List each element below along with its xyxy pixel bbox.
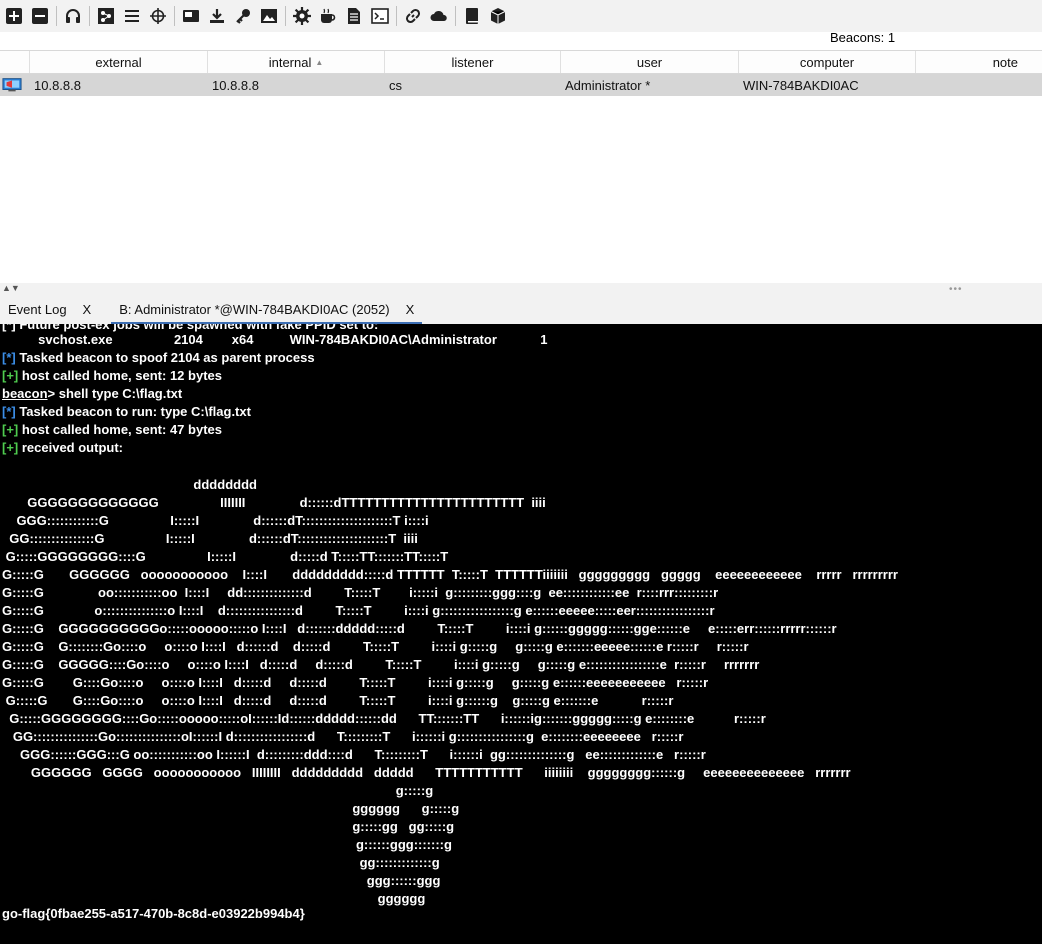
tab-bar: Event Log X B: Administrator *@WIN-784BA…: [0, 295, 1042, 324]
column-computer[interactable]: computer: [739, 51, 916, 73]
column-user[interactable]: user: [561, 51, 739, 73]
toolbar-separator: [174, 6, 175, 26]
collapse-arrows-icon[interactable]: ▲▼: [2, 283, 20, 293]
beacon-table: external internal ▲ listener user compute…: [0, 50, 1042, 282]
console-line: [*] Tasked beacon to run: type C:\flag.t…: [2, 403, 251, 421]
tab-close-button[interactable]: X: [406, 302, 415, 317]
tab-label: B: Administrator *@WIN-784BAKDI0AC (2052…: [119, 302, 390, 317]
listeners-icon[interactable]: [94, 4, 118, 28]
new-connection-icon[interactable]: [2, 4, 26, 28]
flag-output: go-flag{0fbae255-a517-470b-8c8d-e03922b9…: [2, 906, 305, 921]
console-ps-row: svchost.exe 2104 x64 WIN-784BAKDI0AC\Adm…: [2, 332, 548, 347]
toolbar-separator: [285, 6, 286, 26]
image-icon[interactable]: [257, 4, 281, 28]
console-line: [+] host called home, sent: 47 bytes: [2, 421, 222, 439]
beacon-cell: [0, 74, 30, 96]
console-line: [+] received output:: [2, 439, 123, 457]
beacon-count: Beacons: 1: [830, 30, 896, 45]
package-icon[interactable]: [486, 4, 510, 28]
info-prefix: [*]: [2, 350, 16, 365]
toolbar-separator: [396, 6, 397, 26]
tab-close-button[interactable]: X: [83, 302, 92, 317]
console-text: host called home, sent: 12 bytes: [18, 368, 222, 383]
key-icon[interactable]: [231, 4, 255, 28]
book-icon[interactable]: [460, 4, 484, 28]
console-line: [+] host called home, sent: 12 bytes: [2, 367, 222, 385]
console-command-line: beacon> shell type C:\flag.txt: [2, 385, 182, 403]
console-command: > shell type C:\flag.txt: [47, 386, 183, 401]
console-text: Tasked beacon to spoof 2104 as parent pr…: [15, 350, 315, 365]
column-external[interactable]: external: [30, 51, 208, 73]
link-icon[interactable]: [401, 4, 425, 28]
cloud-icon[interactable]: [427, 4, 451, 28]
cell-listener: cs: [389, 77, 402, 93]
screenshot-icon[interactable]: [179, 4, 203, 28]
success-prefix: [+]: [2, 422, 19, 437]
terminal-icon[interactable]: [368, 4, 392, 28]
windows-beacon-icon: [2, 78, 22, 92]
target-icon[interactable]: [146, 4, 170, 28]
headphones-icon[interactable]: [61, 4, 85, 28]
settings-icon[interactable]: [290, 4, 314, 28]
tab-beacon-console[interactable]: B: Administrator *@WIN-784BAKDI0AC (2052…: [111, 295, 423, 324]
column-internal[interactable]: internal ▲: [208, 51, 385, 73]
cell-note: [916, 74, 1042, 96]
splitter-grip-icon[interactable]: •••: [949, 284, 963, 295]
console-text: received output:: [18, 440, 123, 455]
cell-computer: WIN-784BAKDI0AC: [743, 77, 859, 93]
disconnect-icon[interactable]: [28, 4, 52, 28]
beacon-prompt: beacon: [2, 386, 48, 401]
console-line: [*] Tasked beacon to spoof 2104 as paren…: [2, 349, 315, 367]
ascii-art-banner: dddddddd GGGGGGGGGGGGG IIIIIII d::::::dT…: [2, 477, 898, 906]
cell-user: Administrator *: [565, 77, 651, 93]
table-header: external internal ▲ listener user compute…: [0, 50, 1042, 74]
sort-ascending-icon: ▲: [315, 57, 324, 67]
beacon-console[interactable]: [*] Future post-ex jobs will be spawned …: [0, 324, 1042, 944]
table-row[interactable]: 10.8.8.8 10.8.8.8 cs Administrator * WIN…: [0, 74, 1042, 96]
cell-internal: 10.8.8.8: [212, 77, 259, 93]
column-note[interactable]: note: [916, 51, 1042, 73]
coffee-icon[interactable]: [316, 4, 340, 28]
tab-label: Event Log: [8, 302, 67, 317]
toolbar-separator: [56, 6, 57, 26]
info-prefix: [*]: [2, 404, 16, 419]
toolbar: [0, 0, 1042, 32]
list-icon[interactable]: [120, 4, 144, 28]
column-icon: [0, 51, 30, 73]
console-text: host called home, sent: 47 bytes: [18, 422, 222, 437]
cell-external: 10.8.8.8: [34, 77, 81, 93]
column-internal-label: internal: [268, 54, 312, 70]
success-prefix: [+]: [2, 368, 19, 383]
success-prefix: [+]: [2, 440, 19, 455]
column-listener[interactable]: listener: [385, 51, 561, 73]
console-text: Tasked beacon to run: type C:\flag.txt: [15, 404, 251, 419]
toolbar-separator: [89, 6, 90, 26]
tab-event-log[interactable]: Event Log X: [0, 295, 99, 324]
pane-splitter[interactable]: ▲▼ •••: [0, 283, 1042, 295]
toolbar-separator: [455, 6, 456, 26]
document-icon[interactable]: [342, 4, 366, 28]
download-icon[interactable]: [205, 4, 229, 28]
